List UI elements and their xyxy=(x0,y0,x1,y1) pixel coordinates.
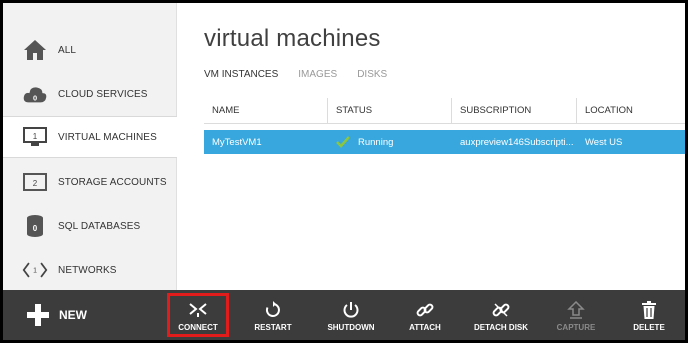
storage-accounts-count: 2 xyxy=(33,179,38,188)
monitor-icon: 1 xyxy=(22,124,48,150)
delete-label: DELETE xyxy=(633,323,665,332)
sidebar-item-sql-databases[interactable]: 0 SQL DATABASES xyxy=(3,205,177,247)
sidebar-item-label: STORAGE ACCOUNTS xyxy=(58,176,167,188)
cloud-icon: 0 xyxy=(22,81,48,107)
home-icon xyxy=(22,37,48,63)
storage-icon: 2 xyxy=(22,169,48,195)
sidebar-item-label: NETWORKS xyxy=(58,264,117,276)
new-button-label: NEW xyxy=(59,308,87,322)
sidebar: ALL 0 CLOUD SERVICES 1 VIRTUAL MACHINES xyxy=(3,3,177,290)
column-header-status[interactable]: STATUS xyxy=(328,98,452,123)
capture-label: CAPTURE xyxy=(556,323,596,332)
table-row[interactable]: MyTestVM1 Running auxpreview146Subscript… xyxy=(204,130,685,154)
power-icon xyxy=(342,300,360,320)
capture-button[interactable]: CAPTURE xyxy=(541,290,611,340)
detach-disk-button[interactable]: DETACH DISK xyxy=(466,290,536,340)
sidebar-item-cloud-services[interactable]: 0 CLOUD SERVICES xyxy=(3,73,177,115)
column-header-subscription[interactable]: SUBSCRIPTION xyxy=(452,98,577,123)
connect-highlight-box xyxy=(167,293,229,337)
trash-icon xyxy=(641,300,657,320)
sidebar-item-label: ALL xyxy=(58,44,77,56)
delete-button[interactable]: DELETE xyxy=(614,290,684,340)
vm-name-cell: MyTestVM1 xyxy=(212,136,262,148)
column-header-name[interactable]: NAME xyxy=(204,98,328,123)
tab-images[interactable]: IMAGES xyxy=(298,69,337,80)
networks-count: 1 xyxy=(33,268,37,275)
sidebar-item-all[interactable]: ALL xyxy=(3,29,177,71)
unlink-icon xyxy=(492,300,510,320)
column-header-location[interactable]: LOCATION xyxy=(577,98,685,123)
cloud-services-count: 0 xyxy=(33,94,37,103)
vm-table: NAME STATUS SUBSCRIPTION LOCATION MyTest… xyxy=(204,98,685,154)
tab-vm-instances[interactable]: VM INSTANCES xyxy=(204,69,278,80)
vm-status-text: Running xyxy=(358,136,394,148)
vm-location-cell: West US xyxy=(585,136,623,148)
attach-button[interactable]: ATTACH xyxy=(390,290,460,340)
shutdown-label: SHUTDOWN xyxy=(327,323,375,332)
command-bar: NEW CONNECT RESTART SHUTDOWN ATTACH DETA… xyxy=(3,290,685,340)
sql-databases-count: 0 xyxy=(33,224,38,233)
restart-label: RESTART xyxy=(254,323,292,332)
sidebar-item-virtual-machines[interactable]: 1 VIRTUAL MACHINES xyxy=(3,116,177,158)
capture-icon xyxy=(567,300,585,320)
tab-disks[interactable]: DISKS xyxy=(357,69,387,80)
plus-icon xyxy=(27,304,49,326)
checkmark-icon xyxy=(336,136,350,148)
vm-status-cell: Running xyxy=(328,130,452,154)
table-header: NAME STATUS SUBSCRIPTION LOCATION xyxy=(204,98,685,124)
main-content: virtual machines VM INSTANCES IMAGES DIS… xyxy=(178,3,685,290)
new-button[interactable]: NEW xyxy=(3,290,163,340)
link-icon xyxy=(416,300,434,320)
sidebar-item-label: SQL DATABASES xyxy=(58,220,141,232)
virtual-machines-count: 1 xyxy=(33,132,38,141)
sidebar-item-storage-accounts[interactable]: 2 STORAGE ACCOUNTS xyxy=(3,161,177,203)
sidebar-item-label: CLOUD SERVICES xyxy=(58,88,148,100)
sidebar-item-networks[interactable]: 1 NETWORKS xyxy=(3,249,177,291)
detach-disk-label: DETACH DISK xyxy=(473,323,529,332)
shutdown-button[interactable]: SHUTDOWN xyxy=(316,290,386,340)
vm-subscription-cell: auxpreview146Subscripti... xyxy=(460,136,574,148)
tab-bar: VM INSTANCES IMAGES DISKS xyxy=(204,69,407,80)
database-icon: 0 xyxy=(22,213,48,239)
network-icon: 1 xyxy=(22,257,48,283)
attach-label: ATTACH xyxy=(409,323,441,332)
portal-window: ALL 0 CLOUD SERVICES 1 VIRTUAL MACHINES xyxy=(3,3,685,340)
page-title: virtual machines xyxy=(204,25,381,52)
restart-icon xyxy=(264,300,282,320)
restart-button[interactable]: RESTART xyxy=(238,290,308,340)
sidebar-item-label: VIRTUAL MACHINES xyxy=(58,131,157,143)
